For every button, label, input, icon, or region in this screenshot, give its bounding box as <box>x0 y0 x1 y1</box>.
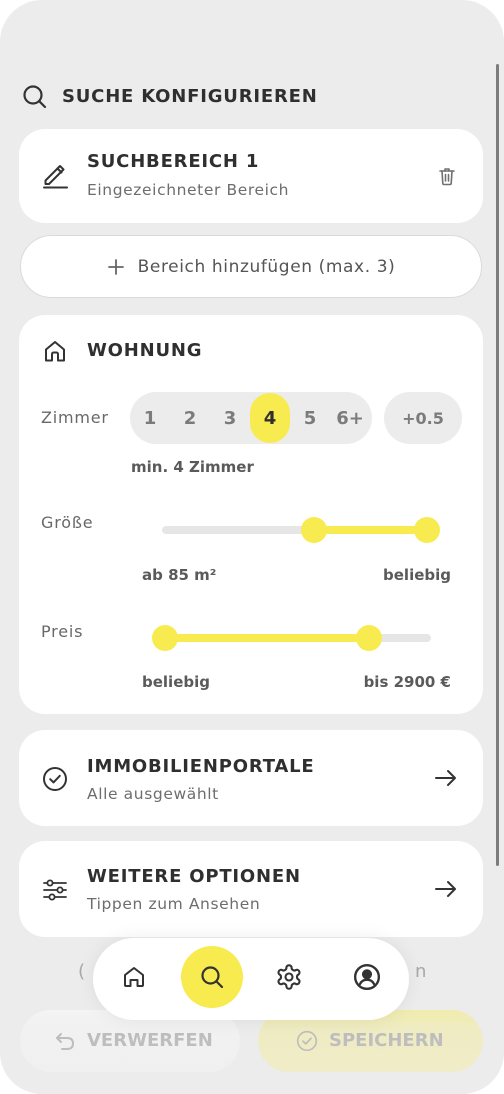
size-label: Größe <box>41 513 94 532</box>
arrow-right-icon[interactable] <box>432 764 460 792</box>
apartment-title: WOHNUNG <box>87 340 203 361</box>
rooms-selector: 1 2 3 4 5 6+ <box>130 392 372 444</box>
hidden-row-right-fragment: n <box>415 961 427 982</box>
add-area-label: Bereich hinzufügen (max. 3) <box>137 256 396 277</box>
slider-fill <box>165 634 370 642</box>
price-max-handle[interactable] <box>356 625 383 651</box>
nav-profile[interactable] <box>336 946 398 1008</box>
size-max-handle[interactable] <box>414 517 440 543</box>
search-icon <box>19 81 49 111</box>
rooms-option[interactable]: 5 <box>290 393 330 443</box>
portals-card[interactable]: IMMOBILIENPORTALE Alle ausgewählt <box>19 730 483 826</box>
discard-label: VERWERFEN <box>87 1030 213 1051</box>
trash-icon[interactable] <box>436 165 458 187</box>
pencil-icon <box>41 161 69 189</box>
search-area-card[interactable]: SUCHBEREICH 1 Eingezeichneter Bereich <box>19 129 483 223</box>
app-screen: SUCHE KONFIGURIEREN SUCHBEREICH 1 Eingez… <box>0 0 504 1094</box>
rooms-option[interactable]: 2 <box>170 393 210 443</box>
house-icon <box>41 337 69 365</box>
rooms-option[interactable]: 3 <box>210 393 250 443</box>
more-options-subtitle: Tippen zum Ansehen <box>87 895 261 913</box>
hidden-row-left-fragment: ( <box>78 961 86 982</box>
arrow-right-icon[interactable] <box>432 875 460 903</box>
nav-home[interactable] <box>103 946 165 1008</box>
plus-icon <box>107 258 125 276</box>
rooms-label: Zimmer <box>41 408 109 427</box>
size-range-slider[interactable] <box>152 517 440 543</box>
check-circle-icon <box>296 1030 318 1052</box>
scrollbar[interactable] <box>496 64 499 866</box>
portals-title: IMMOBILIENPORTALE <box>87 756 315 777</box>
search-area-subtitle: Eingezeichneter Bereich <box>87 181 290 199</box>
size-min-handle[interactable] <box>301 517 328 543</box>
price-min-handle[interactable] <box>152 625 178 651</box>
search-area-title: SUCHBEREICH 1 <box>87 151 260 172</box>
size-min-value: ab 85 m² <box>142 566 217 584</box>
nav-search[interactable] <box>181 946 243 1008</box>
gear-icon <box>275 963 303 991</box>
price-max-value: bis 2900 € <box>363 673 451 691</box>
home-icon <box>121 964 147 990</box>
size-max-value: beliebig <box>383 566 451 584</box>
check-circle-icon <box>42 766 68 792</box>
apartment-card: WOHNUNG Zimmer 1 2 3 4 5 6+ +0.5 min. 4 … <box>19 315 483 714</box>
half-room-toggle[interactable]: +0.5 <box>384 392 462 444</box>
portals-subtitle: Alle ausgewählt <box>87 785 219 803</box>
more-options-card[interactable]: WEITERE OPTIONEN Tippen zum Ansehen <box>19 841 483 937</box>
more-options-title: WEITERE OPTIONEN <box>87 866 301 887</box>
bottom-nav <box>93 938 409 1020</box>
page-title: SUCHE KONFIGURIEREN <box>62 86 318 107</box>
rooms-hint: min. 4 Zimmer <box>131 458 254 476</box>
add-area-button[interactable]: Bereich hinzufügen (max. 3) <box>20 235 482 298</box>
price-label: Preis <box>41 622 84 641</box>
price-range-slider[interactable] <box>152 625 440 651</box>
rooms-option[interactable]: 4 <box>250 393 290 443</box>
price-min-value: beliebig <box>142 673 210 691</box>
rooms-option[interactable]: 1 <box>130 393 170 443</box>
sliders-icon <box>41 876 69 904</box>
user-circle-icon <box>353 963 381 991</box>
rooms-option[interactable]: 6+ <box>330 393 370 443</box>
undo-icon <box>54 1030 76 1052</box>
slider-fill <box>314 526 427 534</box>
nav-settings[interactable] <box>258 946 320 1008</box>
save-label: SPEICHERN <box>329 1030 444 1051</box>
search-icon <box>198 963 226 991</box>
